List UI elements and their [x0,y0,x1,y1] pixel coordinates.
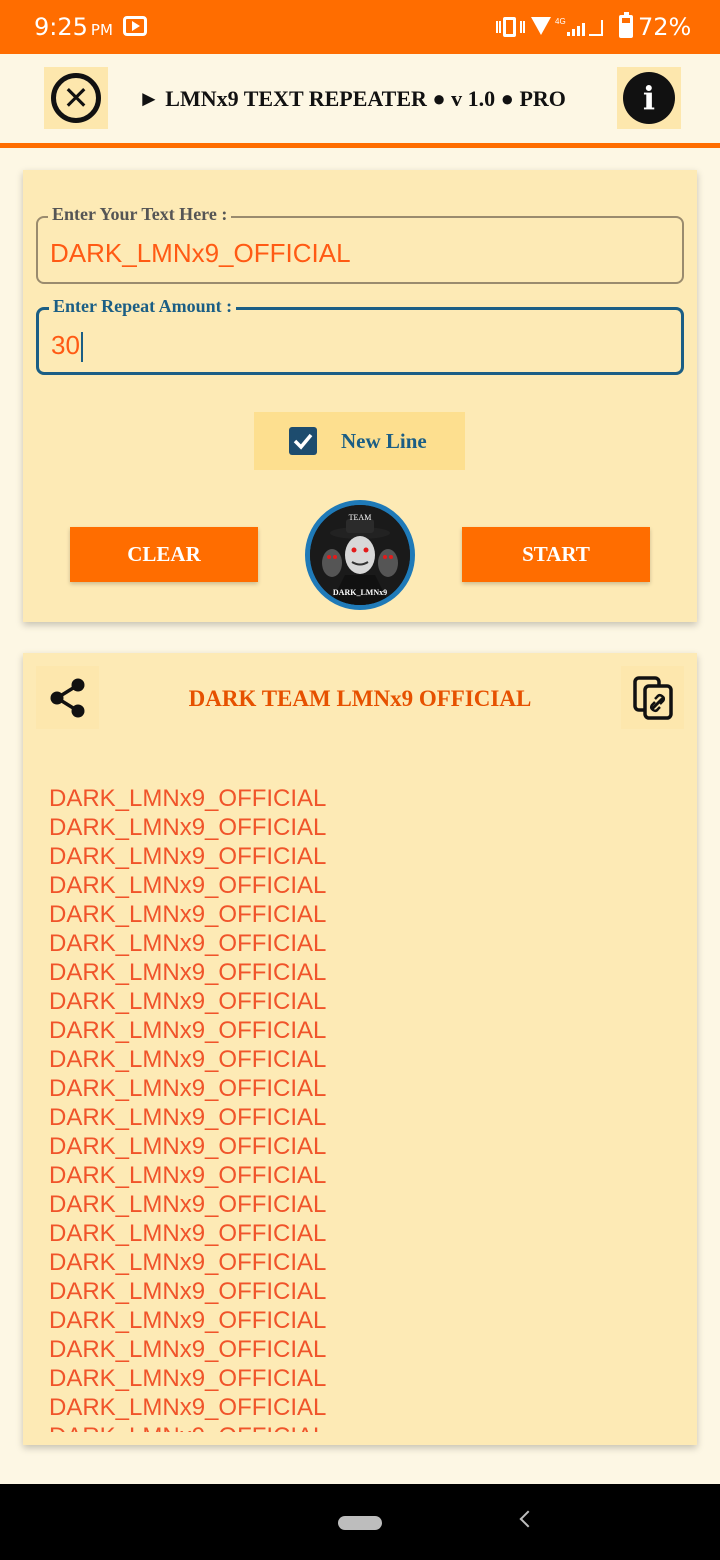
output-line: DARK_LMNx9_OFFICIAL [49,1278,327,1305]
info-icon: i [623,72,675,124]
text-field-label: Enter Your Text Here : [48,204,232,225]
output-line: DARK_LMNx9_OFFICIAL [49,1075,327,1102]
app-header: ✕ ► LMNx9 TEXT REPEATER ● v 1.0 ● PRO i [0,54,720,143]
info-button[interactable]: i [617,67,681,129]
output-line: DARK_LMNx9_OFFICIAL [49,814,327,841]
output-line: DARK_LMNx9_OFFICIAL [49,1394,327,1421]
status-time: 9:25 PM [34,13,113,41]
output-line: DARK_LMNx9_OFFICIAL [49,988,327,1015]
output-line: DARK_LMNx9_OFFICIAL [49,1104,327,1131]
status-time-value: 9:25 [34,13,88,41]
new-line-label: New Line [341,429,427,453]
team-logo: TEAM DARK_LMNx9 [305,500,415,610]
app-title: ► LMNx9 TEXT REPEATER ● v 1.0 ● PRO [138,86,566,111]
output-line: DARK_LMNx9_OFFICIAL [49,1336,327,1363]
output-line: DARK_LMNx9_OFFICIAL [49,901,327,928]
navigation-bar [0,1484,720,1560]
output-line: DARK_LMNx9_OFFICIAL [49,1162,327,1189]
status-bar: 9:25 PM 4G 72% [0,0,720,54]
close-button[interactable]: ✕ [44,67,108,129]
new-line-checkbox[interactable] [289,427,317,455]
copy-button[interactable] [621,666,684,729]
output-line: DARK_LMNx9_OFFICIAL [49,1133,327,1160]
wifi-icon [531,17,551,35]
output-line: DARK_LMNx9_OFFICIAL [49,1046,327,1073]
status-ampm: PM [90,21,113,39]
output-text-area[interactable]: DARK_LMNx9_OFFICIAL DARK_LMNx9_OFFICIAL DA… [49,784,669,1432]
youtube-notification-icon [123,16,147,36]
output-line: DARK_LMNx9_OFFICIAL [49,1249,327,1276]
output-line: DARK_LMNx9_OFFICIAL [49,785,327,812]
output-line: DARK_LMNx9_OFFICIAL [49,1307,327,1334]
copy-link-icon [632,675,673,720]
repeat-amount-value-wrap: 30 [51,330,83,363]
output-line: DARK_LMNx9_OFFICIAL [49,872,327,899]
text-field-value: DARK_LMNx9_OFFICIAL [50,238,351,268]
output-title: DARK TEAM LMNx9 OFFICIAL [188,686,532,711]
vibrate-icon [495,16,525,38]
repeat-amount-value: 30 [51,330,80,360]
output-line: DARK_LMNx9_OFFICIAL [49,843,327,870]
battery-percent: 72% [638,13,692,41]
status-icons: 4G [495,16,615,38]
output-line: DARK_LMNx9_OFFICIAL [49,959,327,986]
repeat-amount-field[interactable]: Enter Repeat Amount : 30 [36,296,684,375]
close-circle-icon: ✕ [51,73,101,123]
clear-button[interactable]: CLEAR [70,527,258,582]
check-icon [293,433,313,450]
output-card: DARK TEAM LMNx9 OFFICIAL DARK_LMNx9_OFFI… [23,653,697,1445]
output-line: DARK_LMNx9_OFFICIAL [49,1017,327,1044]
back-icon[interactable] [519,1510,537,1528]
text-field[interactable]: Enter Your Text Here : DARK_LMNx9_OFFICI… [36,204,684,284]
header-divider [0,143,720,148]
logo-bottom-text: DARK_LMNx9 [332,588,388,597]
new-line-toggle[interactable]: New Line [254,412,465,470]
output-line: DARK_LMNx9_OFFICIAL [49,1220,327,1247]
output-line: DARK_LMNx9_OFFICIAL [49,930,327,957]
output-line: DARK_LMNx9_OFFICIAL [49,1365,327,1392]
text-caret [80,332,83,363]
network-type: 4G [555,17,566,26]
input-card: Enter Your Text Here : DARK_LMNx9_OFFICI… [23,170,697,622]
logo-top-text: TEAM [348,513,372,522]
battery-icon [619,12,633,38]
output-line: DARK_LMNx9_OFFICIAL [49,1191,327,1218]
repeat-amount-label: Enter Repeat Amount : [49,296,237,317]
signal-icon [567,20,607,36]
start-button[interactable]: START [462,527,650,582]
output-line: DARK_LMNx9_OFFICIAL [49,1422,669,1432]
home-gesture-pill[interactable] [338,1516,382,1530]
